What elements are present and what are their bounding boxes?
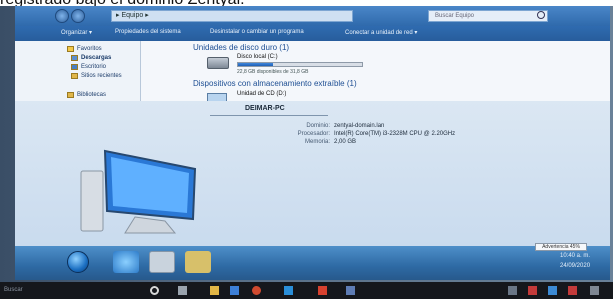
store-icon[interactable] xyxy=(284,286,293,295)
desktop-icon xyxy=(71,64,78,70)
processor-value: Intel(R) Core(TM) i3-2328M CPU @ 2.20GHz xyxy=(334,131,456,137)
domain-label: Dominio: xyxy=(306,123,330,129)
tray-network-icon[interactable] xyxy=(508,286,517,295)
memory-label: Memoria: xyxy=(304,139,330,145)
nav-item-libraries[interactable]: Bibliotecas xyxy=(77,92,106,98)
uninstall-program-button[interactable]: Desinstalar o cambiar un programa xyxy=(210,29,304,35)
nav-item-recent[interactable]: Sitios recientes xyxy=(81,73,122,79)
tray-app-icon[interactable] xyxy=(528,286,537,295)
file-explorer-icon[interactable] xyxy=(210,286,219,295)
memory-value: 2,00 GB xyxy=(334,139,357,145)
drive-c-usage-bar xyxy=(237,62,363,67)
drive-c-free-space: 22,8 GB disponibles de 31,8 GB xyxy=(237,69,309,75)
notifications-icon[interactable] xyxy=(590,286,599,295)
host-taskbar: Buscar xyxy=(0,282,613,299)
back-button[interactable] xyxy=(55,9,69,23)
cortana-icon[interactable] xyxy=(150,286,159,295)
hard-disks-header[interactable]: Unidades de disco duro (1) xyxy=(193,43,289,52)
removable-header[interactable]: Dispositivos con almacenamiento extraíbl… xyxy=(193,79,357,88)
clock-date[interactable]: 24/09/2020 xyxy=(560,263,590,269)
explorer-taskbar-icon[interactable] xyxy=(149,251,175,273)
browser-icon[interactable] xyxy=(252,286,261,295)
internet-explorer-icon[interactable] xyxy=(113,251,139,273)
nav-item-downloads[interactable]: Descargas xyxy=(81,55,111,61)
monitor-screen: ▸ Equipo ▸ Buscar Equipo Organizar ▾ Pro… xyxy=(15,6,610,280)
cd-drive-name[interactable]: Unidad de CD (D:) xyxy=(237,91,286,97)
battery-tooltip: Advertencia 45% xyxy=(535,243,587,251)
details-pane: DEIMAR-PC Dominio: zentyal-domain.lan Pr… xyxy=(15,101,610,246)
organize-button[interactable]: Organizar ▾ xyxy=(61,29,92,36)
map-network-drive-button[interactable]: Conectar a unidad de red ▾ xyxy=(345,29,417,36)
photo-stage: registrado bajo el dominio Zentyal. ▸ Eq… xyxy=(0,0,613,299)
search-icon[interactable] xyxy=(537,11,545,19)
media-player-icon[interactable] xyxy=(185,251,211,273)
processor-label: Procesador: xyxy=(297,131,330,137)
command-toolbar: Organizar ▾ Propiedades del sistema Desi… xyxy=(15,26,610,41)
star-icon xyxy=(67,46,74,52)
downloads-folder-icon xyxy=(71,55,78,61)
address-bar-row: ▸ Equipo ▸ Buscar Equipo xyxy=(15,6,610,26)
pc-name: DEIMAR-PC xyxy=(245,105,285,112)
virtualbox-icon[interactable] xyxy=(346,286,355,295)
clock-time[interactable]: 10:40 a. m. xyxy=(560,253,590,259)
content-pane: Unidades de disco duro (1) Disco local (… xyxy=(141,41,610,105)
windows7-taskbar: 10:40 a. m. 24/09/2020 xyxy=(15,246,610,280)
start-button[interactable] xyxy=(67,251,89,273)
address-field[interactable]: ▸ Equipo ▸ xyxy=(111,10,353,22)
recent-places-icon xyxy=(71,73,78,79)
nav-item-desktop[interactable]: Escritorio xyxy=(81,64,106,70)
drive-c-name[interactable]: Disco local (C:) xyxy=(237,54,278,60)
drive-c-usage-fill xyxy=(238,63,273,66)
mail-icon[interactable] xyxy=(230,286,239,295)
divider xyxy=(210,115,328,116)
domain-value: zentyal-domain.lan xyxy=(334,123,385,129)
office-icon[interactable] xyxy=(318,286,327,295)
tray-sound-icon[interactable] xyxy=(548,286,557,295)
system-properties-button[interactable]: Propiedades del sistema xyxy=(115,29,181,35)
computer-icon xyxy=(80,149,197,234)
hard-drive-icon xyxy=(207,57,229,69)
forward-button[interactable] xyxy=(71,9,85,23)
tray-battery-icon[interactable] xyxy=(568,286,577,295)
search-input[interactable]: Buscar Equipo xyxy=(428,10,548,22)
host-search-label[interactable]: Buscar xyxy=(4,287,23,293)
navigation-pane: Favoritos Descargas Escritorio Sitios re… xyxy=(15,41,141,101)
libraries-icon xyxy=(67,92,74,98)
task-view-icon[interactable] xyxy=(178,286,187,295)
nav-item-favorites[interactable]: Favoritos xyxy=(77,46,102,52)
